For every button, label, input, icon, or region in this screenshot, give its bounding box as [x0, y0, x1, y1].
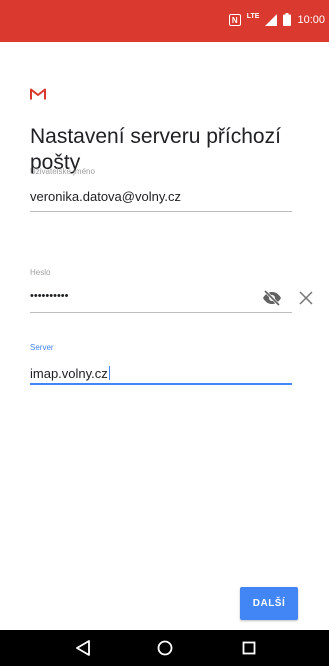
home-icon[interactable] — [156, 639, 174, 662]
recents-icon[interactable] — [241, 639, 257, 662]
status-icons: N LTE 10:00 — [228, 13, 325, 26]
next-button[interactable]: DALŠÍ — [240, 587, 298, 620]
status-bar: N LTE 10:00 — [0, 0, 329, 42]
username-label: Uživatelské jméno — [30, 167, 95, 176]
lte-signal-icon — [265, 13, 278, 26]
close-icon[interactable] — [299, 291, 313, 310]
back-icon[interactable] — [75, 639, 91, 662]
username-underline — [30, 211, 292, 212]
server-underline — [30, 383, 292, 385]
gmail-logo — [30, 87, 46, 105]
server-field-text: imap.volny.cz — [30, 366, 108, 381]
server-label: Server — [30, 343, 54, 352]
password-field[interactable]: •••••••••• — [30, 290, 69, 302]
username-field[interactable]: veronika.datova@volny.cz — [30, 189, 181, 204]
lte-label: LTE — [246, 13, 260, 20]
nfc-icon: N — [228, 13, 241, 26]
battery-icon — [283, 13, 292, 26]
eye-off-icon[interactable] — [262, 289, 282, 311]
server-field[interactable]: imap.volny.cz — [30, 366, 110, 381]
password-underline — [30, 312, 292, 313]
status-clock: 10:00 — [297, 13, 325, 26]
password-label: Heslo — [30, 268, 51, 277]
nav-bar — [0, 630, 329, 666]
text-cursor — [108, 366, 110, 380]
